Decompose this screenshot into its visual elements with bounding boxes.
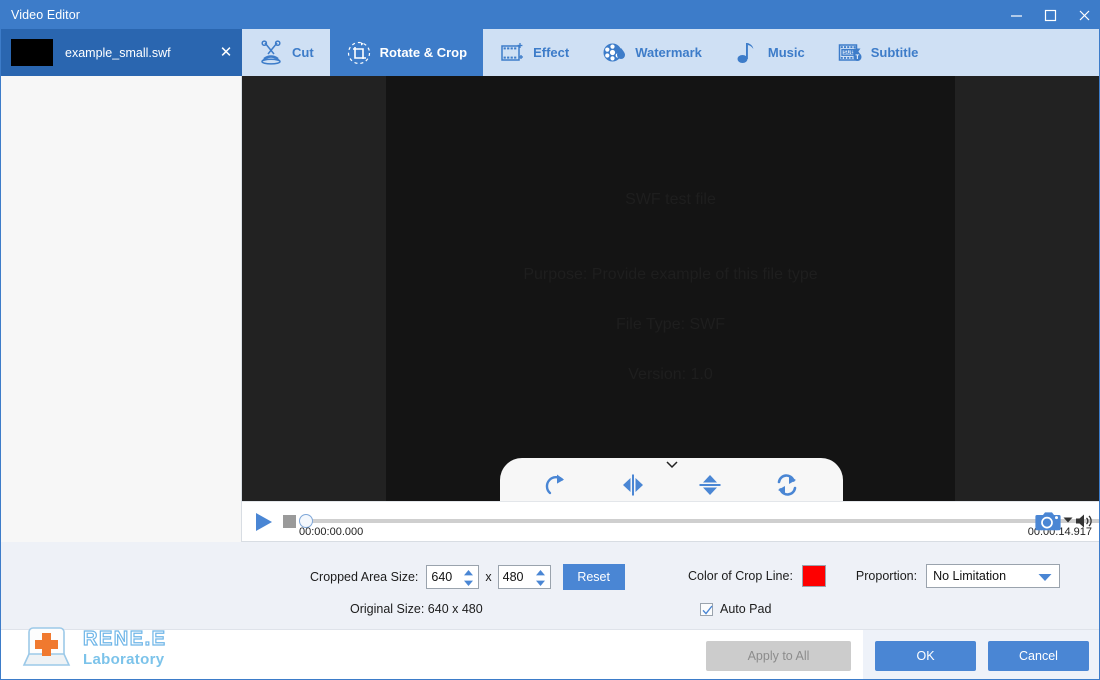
play-icon[interactable] — [252, 510, 276, 534]
preview-line-2: Purpose: Provide example of this file ty… — [523, 266, 818, 283]
preview-line-4: Version: 1.0 — [628, 366, 713, 383]
film-reel-drop-icon — [603, 43, 626, 61]
window-title: Video Editor — [11, 8, 81, 22]
crop-height-input[interactable] — [498, 566, 532, 588]
brand-subtitle: Laboratory — [83, 650, 165, 668]
svg-text:T: T — [855, 55, 859, 61]
footer-actions: Apply to All OK Cancel — [706, 630, 1099, 679]
tab-watermark[interactable]: Watermark — [585, 29, 718, 76]
reset-button[interactable]: Reset — [562, 564, 625, 590]
tab-subtitle[interactable]: SUB T Subtitle — [821, 29, 935, 76]
crop-width-input[interactable] — [427, 566, 461, 588]
crop-line-color-swatch[interactable] — [801, 565, 826, 587]
footer-bar: RENE.E Laboratory Apply to All OK Cancel — [1, 627, 1099, 679]
music-note-icon — [737, 42, 754, 63]
rotate-swap-icon[interactable] — [772, 471, 802, 499]
auto-pad-checkbox[interactable] — [700, 602, 713, 616]
height-spinner-icon[interactable] — [535, 569, 546, 587]
auto-pad-label: Auto Pad — [720, 602, 772, 616]
tab-music[interactable]: Music — [718, 29, 821, 76]
player-bar: 00:00:00.000 00:00:14.917 — [242, 501, 1099, 542]
minimize-icon — [1010, 14, 1022, 17]
title-bar: Video Editor — [1, 1, 1099, 29]
original-size-label: Original Size: 640 x 480 — [350, 602, 483, 616]
cropped-area-row: Cropped Area Size: x Reset — [310, 564, 625, 590]
ok-cancel-group: OK Cancel — [863, 630, 1099, 679]
maximize-button[interactable] — [1033, 1, 1067, 29]
ok-button[interactable]: OK — [875, 640, 976, 671]
subtitle-icon: SUB T — [838, 43, 862, 61]
rotate-clockwise-icon[interactable] — [541, 471, 571, 499]
brand-logo: RENE.E Laboratory — [19, 620, 166, 675]
file-tab[interactable]: example_small.swf ✕ — [1, 29, 242, 76]
collapse-chevron-icon[interactable] — [664, 459, 680, 469]
crop-tool-overlay — [500, 458, 843, 501]
cancel-button[interactable]: Cancel — [988, 640, 1089, 671]
rene-lab-logo-icon — [22, 627, 71, 666]
close-icon — [1079, 10, 1089, 20]
proportion-value: No Limitation — [933, 569, 1007, 583]
scissors-icon — [261, 39, 281, 65]
crop-settings-panel: Cropped Area Size: x Reset Original Size… — [1, 542, 1099, 630]
tab-effect-label: Effect — [533, 45, 570, 60]
crop-rotate-icon — [347, 41, 370, 64]
chevron-down-icon[interactable] — [1063, 516, 1073, 524]
close-button[interactable] — [1067, 1, 1099, 29]
auto-pad-row[interactable]: Auto Pad — [700, 602, 771, 616]
crop-tool-buttons — [500, 469, 843, 501]
cropped-area-label: Cropped Area Size: — [310, 570, 419, 584]
video-frame: SWF test file Purpose: Provide example o… — [386, 76, 955, 501]
maximize-icon — [1044, 9, 1056, 21]
file-tab-close-icon[interactable]: ✕ — [216, 45, 236, 60]
tab-cut-label: Cut — [292, 45, 314, 60]
file-thumbnail — [11, 39, 53, 66]
filmstrip-sparkle-icon — [501, 42, 524, 61]
minimize-button[interactable] — [999, 1, 1033, 29]
toolbar-tabs: Cut Rotate & Crop Effect Watermark Music… — [242, 29, 934, 76]
dimension-separator: x — [485, 570, 492, 584]
crop-height-stepper[interactable] — [497, 565, 551, 589]
camera-icon[interactable] — [1035, 509, 1061, 532]
tab-rotate-crop-label: Rotate & Crop — [379, 45, 468, 60]
file-list-panel — [1, 76, 242, 542]
width-spinner-icon[interactable] — [463, 569, 474, 587]
timeline-track[interactable] — [304, 519, 1099, 523]
checkmark-icon — [702, 605, 713, 615]
chevron-down-icon — [1038, 574, 1052, 581]
preview-line-1: SWF test file — [625, 191, 716, 208]
brand-name: RENE.E — [82, 627, 167, 650]
current-time: 00:00:00.000 — [299, 526, 364, 538]
crop-line-row: Color of Crop Line: Proportion: No Limit… — [688, 564, 1061, 588]
crop-line-color-label: Color of Crop Line: — [688, 569, 793, 583]
flip-horizontal-icon[interactable] — [618, 471, 648, 499]
speaker-icon[interactable] — [1075, 512, 1095, 530]
file-tab-label: example_small.swf — [65, 45, 171, 60]
crop-width-stepper[interactable] — [426, 565, 480, 589]
tab-rotate-crop[interactable]: Rotate & Crop — [329, 29, 484, 76]
tab-effect[interactable]: Effect — [483, 29, 585, 76]
preview-line-3: File Type: SWF — [615, 316, 726, 333]
tab-subtitle-label: Subtitle — [870, 45, 919, 60]
window-controls — [999, 1, 1099, 29]
proportion-select[interactable]: No Limitation — [926, 564, 1061, 588]
stop-icon[interactable] — [283, 515, 296, 528]
proportion-label: Proportion: — [855, 569, 918, 583]
tab-strip: example_small.swf ✕ Cut Rotate & Crop Ef… — [1, 29, 1099, 76]
brand-text: RENE.E Laboratory — [82, 627, 167, 668]
tab-music-label: Music — [767, 45, 805, 60]
tab-cut[interactable]: Cut — [242, 29, 330, 76]
tab-watermark-label: Watermark — [635, 45, 702, 60]
flip-vertical-icon[interactable] — [695, 471, 725, 499]
video-preview-stage[interactable]: SWF test file Purpose: Provide example o… — [242, 76, 1099, 501]
svg-text:SUB: SUB — [843, 50, 854, 56]
apply-to-all-button[interactable]: Apply to All — [706, 640, 851, 671]
video-editor-window: Video Editor example_small.swf ✕ Cut Rot… — [0, 0, 1100, 680]
